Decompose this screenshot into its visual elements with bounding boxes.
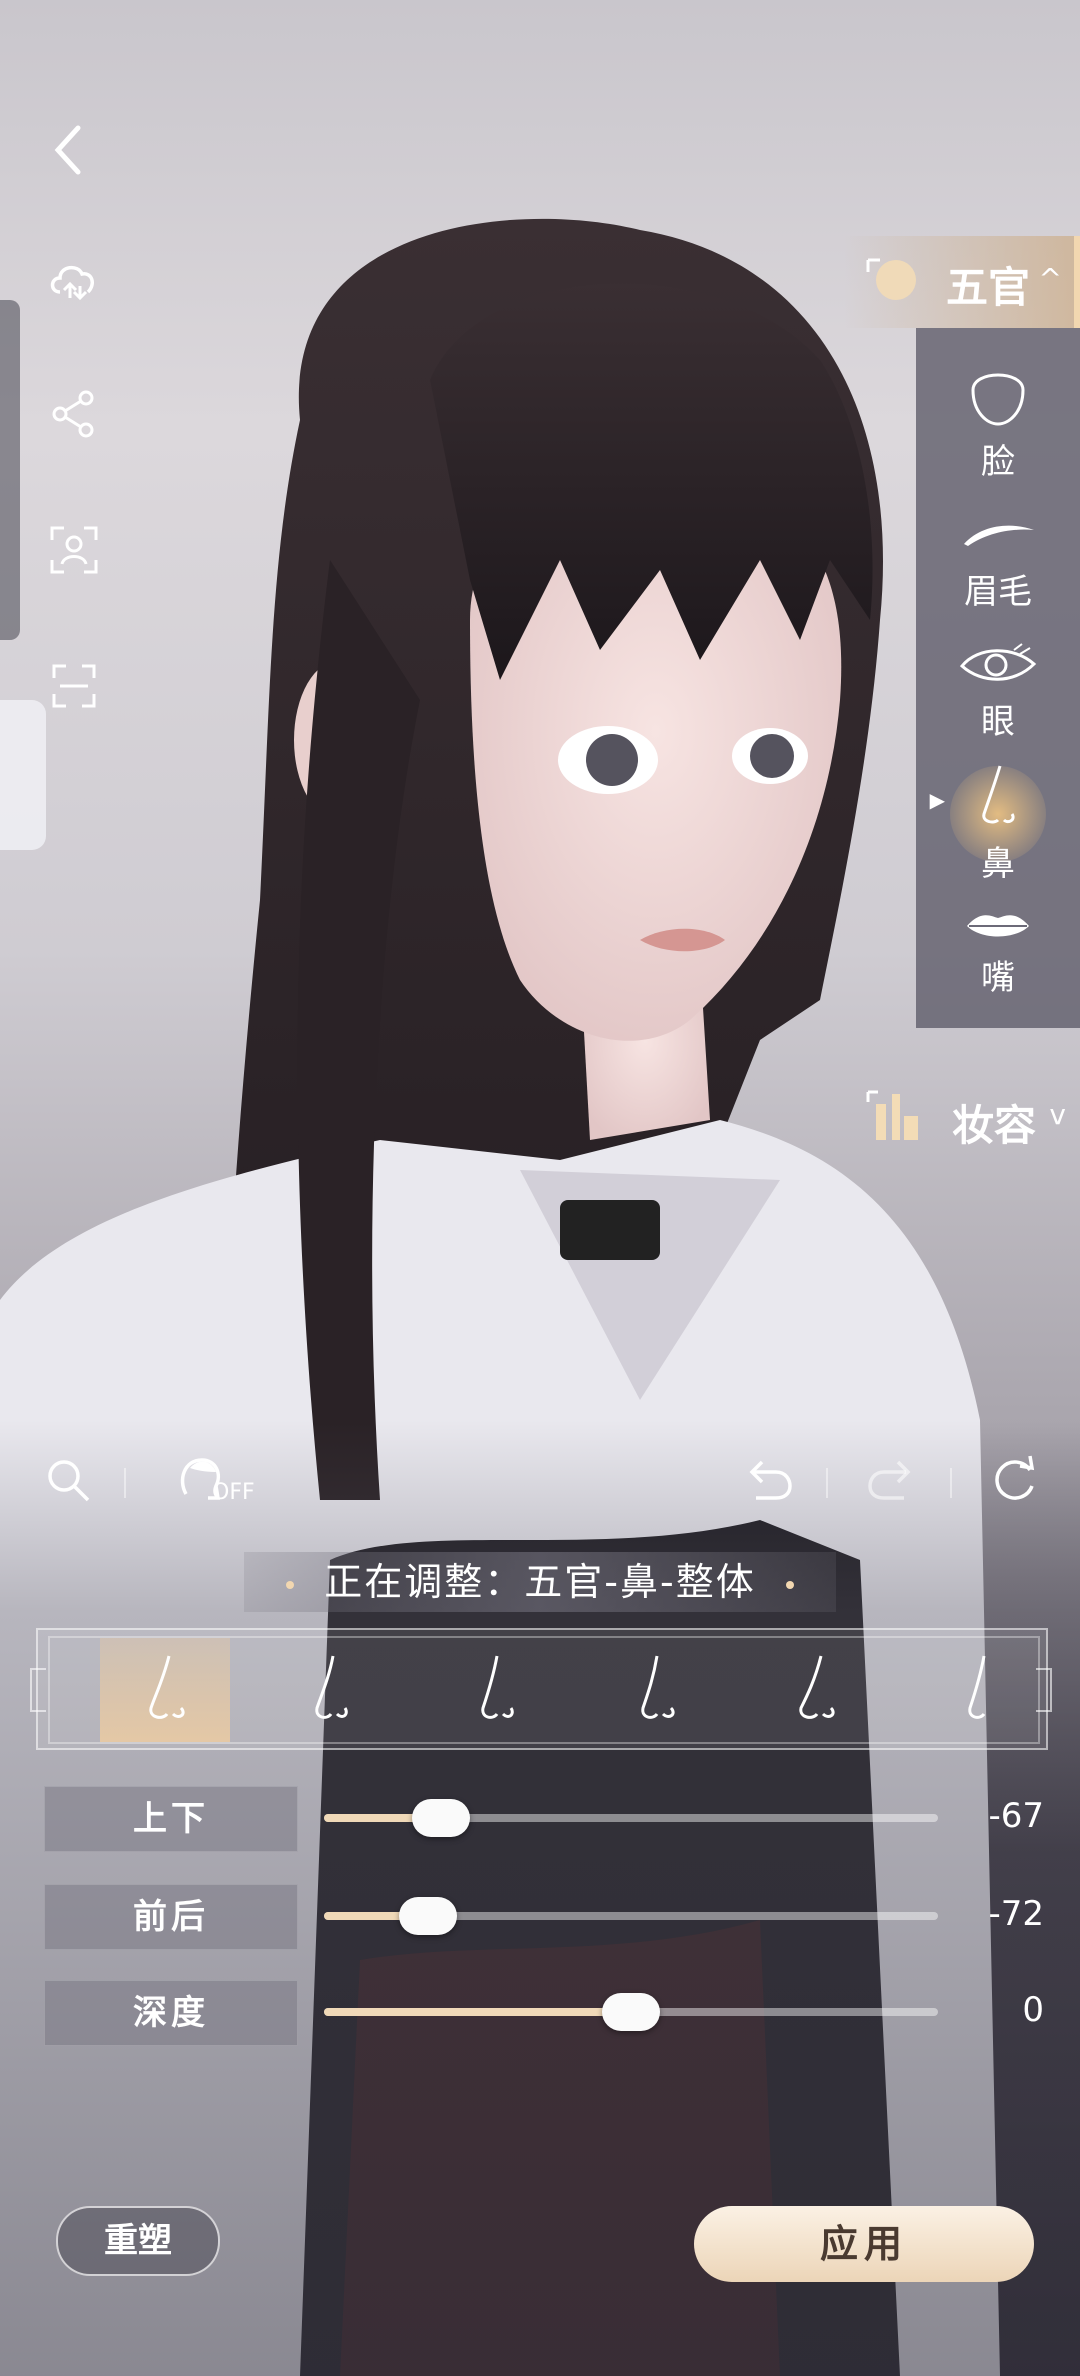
preset-item[interactable] [264,1638,394,1742]
feature-label: 眉毛 [964,572,1032,612]
strip-bracket-right [1036,1668,1052,1712]
face-frame-icon [50,526,98,574]
slider-fill [324,2008,631,2016]
feature-item-eyebrow[interactable]: 眉毛 [916,510,1080,650]
feature-item-mouth[interactable]: 嘴 [916,906,1080,1046]
nose-preset-icon [799,1655,835,1719]
chevron-up-icon: ^ [1038,262,1062,295]
nose-preset-icon [481,1655,514,1719]
category-features-label: 五官 [945,263,1030,312]
slider-value: 0 [1022,1990,1044,2030]
feature-label: 脸 [981,442,1015,482]
reset-view-button[interactable] [984,1450,1044,1510]
adjusting-banner: 正在调整：五官-鼻-整体 [244,1552,836,1612]
capture-frame-icon [52,664,96,708]
refresh-icon [995,1455,1035,1500]
preset-item[interactable] [428,1638,558,1742]
undo-icon [749,1460,792,1500]
nose-preset-icon [149,1655,185,1719]
redo-icon [868,1460,911,1500]
slider-label: 深度 [44,1980,298,2046]
slider-label: 上下 [44,1786,298,1852]
screenshot-button[interactable] [44,656,104,716]
hair-toggle-state: OFF [212,1480,255,1505]
nose-preset-strip[interactable] [36,1628,1048,1750]
slider-row-vertical: 上下 -67 [44,1786,1044,1852]
makeup-category-icon [866,1090,918,1140]
back-button[interactable] [40,120,100,180]
category-makeup-header[interactable]: 妆容 v [850,1080,1080,1160]
preset-item-selected[interactable] [100,1638,230,1742]
slider-thumb[interactable] [411,1799,470,1837]
category-features-header[interactable]: 五官 ^ [844,236,1080,328]
apply-button[interactable]: 应用 [694,2206,1034,2282]
rail-handle [0,300,20,640]
slider-thumb[interactable] [399,1897,458,1935]
face-outline-icon [971,373,1025,426]
preset-item[interactable] [590,1638,720,1742]
redo-button[interactable] [862,1450,922,1510]
reshape-button[interactable]: 重塑 [56,2206,220,2276]
nose-icon [982,765,1015,824]
selected-indicator-icon: ▶ [929,788,945,812]
share-icon [52,390,94,438]
cloud-sync-icon [50,265,94,301]
feature-item-eye[interactable]: 眼 [916,640,1080,780]
toolbar-divider [950,1468,952,1498]
preset-item[interactable] [930,1638,1030,1742]
preset-item[interactable] [750,1638,880,1742]
feature-item-nose[interactable]: 鼻 [916,762,1080,902]
side-drawer-tab[interactable] [0,700,46,850]
nose-preset-icon [315,1655,348,1719]
banner-dot [286,1580,295,1589]
slider-value: -72 [988,1894,1044,1934]
eyebrow-icon [964,525,1034,546]
slider-row-depth: 深度 0 [44,1980,1044,2046]
chevron-down-icon: v [1049,1098,1066,1131]
share-button[interactable] [44,384,104,444]
slider-track[interactable] [324,1993,938,2031]
slider-row-depth-position: 前后 -72 [44,1884,1044,1950]
cloud-upload-button[interactable] [44,250,104,310]
banner-dot [785,1580,794,1589]
slider-value: -67 [988,1796,1044,1836]
adjusting-text: 正在调整：五官-鼻-整体 [324,1560,756,1604]
slider-track[interactable] [324,1799,938,1837]
lips-icon [967,915,1029,937]
portrait-scan-button[interactable] [44,520,104,580]
slider-track[interactable] [324,1897,938,1935]
feature-label: 眼 [981,702,1015,742]
feature-label: 鼻 [981,844,1015,884]
eye-icon [959,643,1037,681]
slider-thumb[interactable] [602,1993,660,2031]
toolbar-divider [826,1468,828,1498]
search-icon [48,1460,90,1502]
face-category-icon [866,258,916,300]
search-button[interactable] [38,1450,98,1510]
toolbar-divider [124,1468,126,1498]
undo-button[interactable] [738,1450,798,1510]
preset-strip-frame [48,1636,1040,1744]
feature-item-face[interactable]: 脸 [916,360,1080,500]
feature-label: 嘴 [981,958,1015,998]
nose-preset-icon [968,1655,986,1719]
slider-label: 前后 [44,1884,298,1950]
chevron-left-icon [54,125,81,175]
category-makeup-label: 妆容 [951,1101,1036,1150]
nose-preset-icon [641,1655,675,1719]
